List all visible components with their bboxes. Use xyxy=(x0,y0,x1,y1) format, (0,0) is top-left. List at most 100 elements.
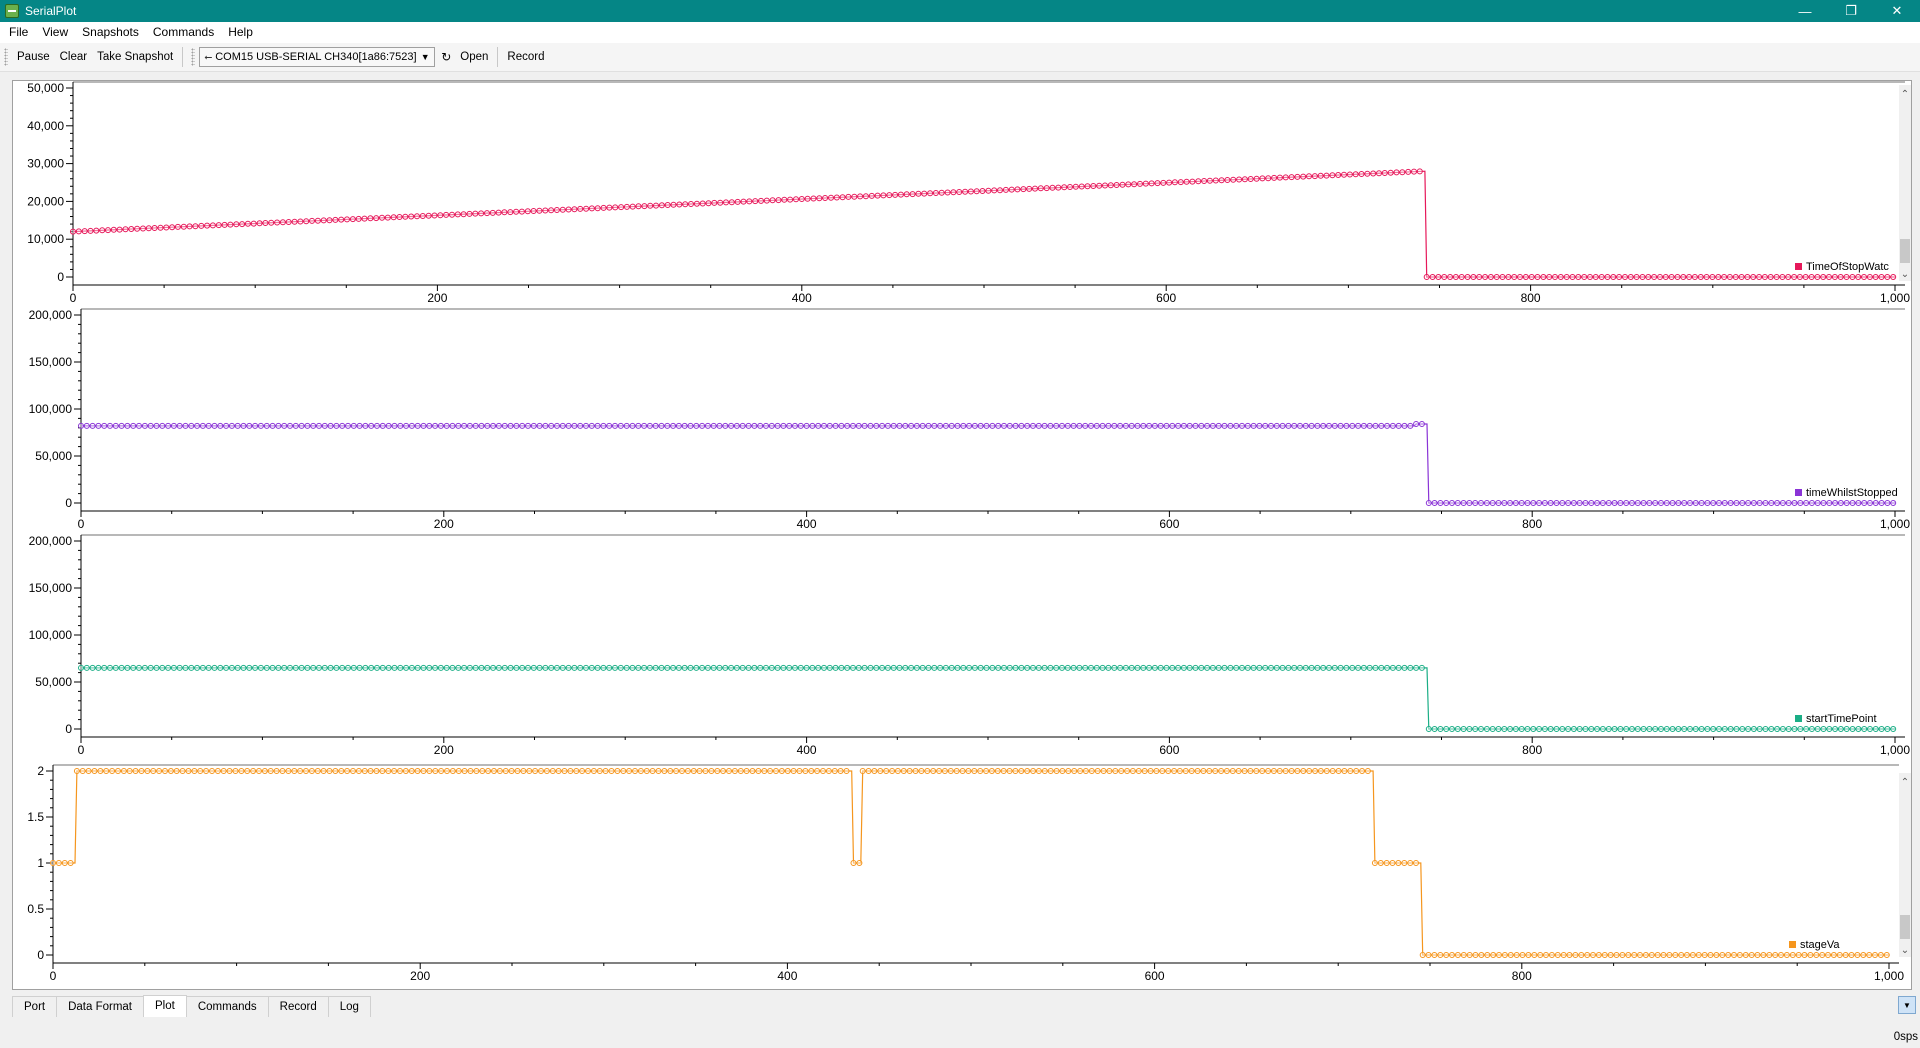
y-tick-label: 150,000 xyxy=(29,581,73,595)
toolbar-grip[interactable] xyxy=(4,48,8,66)
y-tick-label: 0 xyxy=(37,948,44,962)
y-tick-label: 0 xyxy=(65,722,72,736)
x-tick-label: 0 xyxy=(78,743,85,757)
scrollbar-thumb xyxy=(1900,915,1910,939)
x-tick-label: 1,000 xyxy=(1880,291,1910,305)
x-tick-label: 1,000 xyxy=(1880,517,1910,531)
pause-button[interactable]: Pause xyxy=(12,46,55,68)
legend-swatch xyxy=(1795,489,1802,496)
y-tick-label: 0.5 xyxy=(27,902,44,916)
tab-commands[interactable]: Commands xyxy=(185,996,269,1017)
legend-label: stageVa xyxy=(1800,939,1840,951)
y-tick-label: 50,000 xyxy=(35,675,72,689)
x-tick-label: 200 xyxy=(410,969,430,983)
series-markers xyxy=(70,168,1897,280)
series-line xyxy=(72,170,1895,278)
series-markers xyxy=(78,421,1897,506)
legend-label: timeWhilstStopped xyxy=(1806,487,1898,499)
scrollbar-thumb xyxy=(1900,239,1910,263)
toolbar: Pause Clear Take Snapshot ⭠ COM15 USB-SE… xyxy=(0,43,1920,72)
x-tick-label: 600 xyxy=(1159,517,1179,531)
y-tick-label: 2 xyxy=(37,764,44,778)
y-tick-label: 40,000 xyxy=(27,119,64,133)
series-line xyxy=(81,423,1895,504)
y-tick-label: 0 xyxy=(57,270,64,284)
chevron-down-icon[interactable]: ▼ xyxy=(418,48,432,66)
series-markers xyxy=(78,664,1897,732)
x-tick-label: 1,000 xyxy=(1874,969,1904,983)
y-tick-label: 1 xyxy=(37,856,44,870)
status-bar: 0sps xyxy=(0,1028,1920,1048)
series-markers xyxy=(50,768,1890,958)
y-tick-label: 1.5 xyxy=(27,810,44,824)
scroll-down-icon: ⌄ xyxy=(1901,945,1909,956)
x-tick-label: 800 xyxy=(1522,743,1542,757)
minimize-button[interactable]: — xyxy=(1782,0,1828,22)
y-tick-label: 200,000 xyxy=(29,534,73,548)
menu-file[interactable]: File xyxy=(2,22,35,43)
scroll-up-icon: ⌃ xyxy=(1901,89,1909,100)
x-tick-label: 0 xyxy=(70,291,77,305)
restore-button[interactable]: ❐ xyxy=(1828,0,1874,22)
legend-swatch xyxy=(1795,263,1802,270)
y-tick-label: 20,000 xyxy=(27,194,64,208)
scroll-up-icon: ⌃ xyxy=(1901,777,1909,788)
open-button[interactable]: Open xyxy=(455,46,493,68)
menu-commands[interactable]: Commands xyxy=(146,22,221,43)
x-tick-label: 800 xyxy=(1512,969,1532,983)
x-tick-label: 400 xyxy=(797,517,817,531)
tab-record[interactable]: Record xyxy=(267,996,329,1017)
y-tick-label: 150,000 xyxy=(29,355,73,369)
menu-snapshots[interactable]: Snapshots xyxy=(75,22,146,43)
y-tick-label: 10,000 xyxy=(27,232,64,246)
toolbar-separator xyxy=(497,47,499,67)
x-tick-label: 200 xyxy=(434,517,454,531)
tab-log[interactable]: Log xyxy=(327,996,371,1017)
legend-label: startTimePoint xyxy=(1806,713,1877,725)
legend-label: TimeOfStopWatc xyxy=(1806,261,1889,273)
close-button[interactable]: ✕ xyxy=(1874,0,1920,22)
usb-icon: ⭠ xyxy=(204,51,213,63)
tab-data-format[interactable]: Data Format xyxy=(56,996,145,1017)
x-tick-label: 400 xyxy=(792,291,812,305)
x-tick-label: 400 xyxy=(797,743,817,757)
x-tick-label: 600 xyxy=(1159,743,1179,757)
take-snapshot-button[interactable]: Take Snapshot xyxy=(92,46,178,68)
y-tick-label: 50,000 xyxy=(35,449,72,463)
y-tick-label: 200,000 xyxy=(29,308,73,322)
x-tick-label: 800 xyxy=(1522,517,1542,531)
panel-toggle-button[interactable]: ▼ xyxy=(1898,996,1916,1014)
refresh-icon[interactable]: ↻ xyxy=(435,50,455,64)
port-select[interactable]: ⭠ COM15 USB-SERIAL CH340[1a86:7523] ▼ xyxy=(199,47,436,67)
y-tick-label: 100,000 xyxy=(29,402,73,416)
x-tick-label: 400 xyxy=(777,969,797,983)
plot-canvas[interactable]: 010,00020,00030,00040,00050,0000 200 400 60… xyxy=(13,81,1911,989)
app-icon xyxy=(5,4,19,18)
title-bar: SerialPlot — ❐ ✕ xyxy=(0,0,1920,22)
window-title: SerialPlot xyxy=(25,4,77,18)
record-button[interactable]: Record xyxy=(502,46,549,68)
clear-button[interactable]: Clear xyxy=(55,46,92,68)
x-tick-label: 200 xyxy=(434,743,454,757)
tab-plot[interactable]: Plot xyxy=(143,995,187,1017)
x-tick-label: 600 xyxy=(1156,291,1176,305)
toolbar-grip[interactable] xyxy=(191,48,196,66)
x-tick-label: 0 xyxy=(78,517,85,531)
samples-per-second: 0sps xyxy=(1893,1031,1918,1043)
legend-swatch xyxy=(1789,941,1796,948)
tab-port[interactable]: Port xyxy=(12,996,58,1017)
legend-swatch xyxy=(1795,715,1802,722)
menu-view[interactable]: View xyxy=(35,22,75,43)
menu-help[interactable]: Help xyxy=(221,22,260,43)
panel-tabs: Port Data Format Plot Commands Record Lo… xyxy=(12,995,1912,1018)
y-tick-label: 50,000 xyxy=(27,81,64,95)
toolbar-separator xyxy=(182,47,184,67)
scroll-down-icon: ⌄ xyxy=(1901,269,1909,280)
x-tick-label: 0 xyxy=(50,969,57,983)
x-tick-label: 800 xyxy=(1521,291,1541,305)
x-tick-label: 200 xyxy=(427,291,447,305)
y-tick-label: 0 xyxy=(65,496,72,510)
plot-area[interactable]: 0 10,000 20,000 30,000 40,000 50,000 0 200 400 60… xyxy=(12,80,1912,990)
menu-bar: File View Snapshots Commands Help xyxy=(0,22,1920,43)
series-line xyxy=(53,770,1889,956)
